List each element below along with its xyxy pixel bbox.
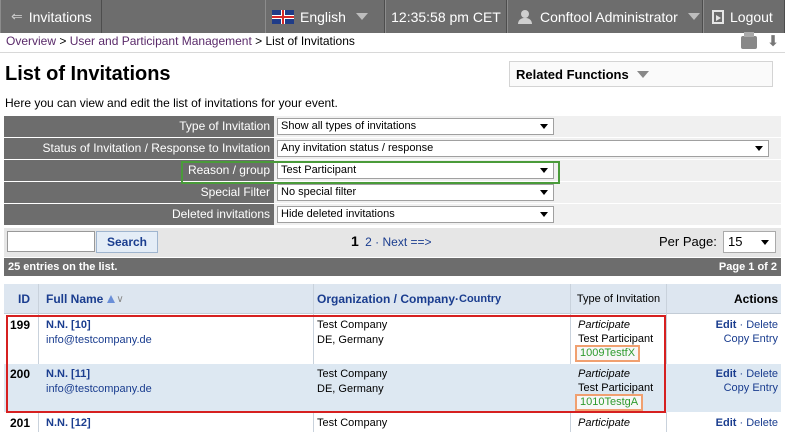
print-icon[interactable] [741,32,757,49]
copy-entry-link[interactable]: Copy Entry [724,332,778,346]
sort-ascending-icon[interactable] [107,295,116,303]
action-separator: · [736,417,747,429]
highlight-box [6,315,666,413]
chevron-down-icon [355,13,368,20]
row-name-link[interactable]: N.N. [12] [46,416,91,430]
row-type-label: Participate [578,417,630,429]
breadcrumb-user-management[interactable]: User and Participant Management [70,34,252,48]
special-filter-select[interactable]: No special filter [277,184,554,201]
page-indicator: Page 1 of 2 [718,261,777,273]
search-bar: Search 1 2 · Next ==> Per Page: 15 [4,228,781,257]
time-label: 12:35:58 pm CET [391,8,501,25]
delete-link[interactable]: Delete [746,319,778,331]
invitations-label: Invitations [28,8,92,25]
breadcrumb-separator: > [251,34,266,48]
column-country[interactable]: Country [459,293,501,305]
filter-row-type: Type of Invitation Show all types of inv… [4,116,781,138]
back-arrow-icon: ⇐ [11,8,23,24]
pager-separator: · [371,235,383,249]
highlight-box [181,161,560,184]
column-id[interactable]: ID [18,284,30,314]
current-page: 1 [351,233,359,249]
language-selector[interactable]: English [265,0,385,33]
action-separator: · [736,368,747,380]
breadcrumb-current: List of Invitations [265,34,355,48]
column-organization[interactable]: Organization / Company · Country [317,284,501,314]
breadcrumb-separator: > [56,34,70,48]
column-full-name-label: Full Name [46,292,104,306]
next-page-link[interactable]: Next ==> [383,235,432,249]
breadcrumb: Overview > User and Participant Manageme… [6,34,355,48]
filter-row-status: Status of Invitation / Response to Invit… [4,138,781,160]
filter-label: Deleted invitations [171,207,270,221]
logout-icon [712,9,724,24]
related-functions-label: Related Functions [516,66,629,82]
user-label: Conftool Administrator [540,8,678,25]
chevron-down-icon [687,13,700,20]
entries-count: 25 entries on the list. [8,261,118,273]
status-select[interactable]: Any invitation status / response [277,140,769,157]
table-row: 201 N.N. [12] Test Company Participate E… [4,413,781,432]
action-separator: · [736,319,747,331]
column-full-name[interactable]: Full Name ∨ [46,284,124,314]
row-actions: Edit · Delete [716,416,778,430]
invitations-menu[interactable]: ⇐ Invitations [0,0,102,33]
user-menu[interactable]: Conftool Administrator [507,0,703,33]
row-id: 201 [10,416,31,430]
search-button[interactable]: Search [96,231,158,253]
edit-link[interactable]: Edit [716,319,737,331]
logout-button[interactable]: Logout [703,0,785,33]
type-of-invitation-select[interactable]: Show all types of invitations [277,118,554,135]
filter-label: Special Filter [200,185,270,199]
row-organization: Test Company [317,417,388,429]
search-input[interactable] [7,231,95,252]
delete-link[interactable]: Delete [746,368,778,380]
page-2-link[interactable]: 2 [365,235,372,249]
per-page-select[interactable]: 15 [723,231,776,253]
pagination: 1 2 · Next ==> [351,233,432,249]
row-type: Participate [578,416,630,430]
intro-text: Here you can view and edit the list of i… [5,96,338,110]
edit-link[interactable]: Edit [716,417,737,429]
download-icon[interactable]: ⬇ [766,34,780,50]
chevron-down-icon [636,70,649,78]
filter-row-deleted: Deleted invitations Hide deleted invitat… [4,204,781,226]
uk-flag-icon [272,9,294,24]
filter-label: Status of Invitation / Response to Invit… [42,141,270,155]
per-page-label: Per Page: [659,234,717,249]
deleted-invitations-select[interactable]: Hide deleted invitations [277,206,554,223]
column-type-of-invitation: Type of Invitation [576,293,661,305]
breadcrumb-overview[interactable]: Overview [6,34,56,48]
table-header: ID Full Name ∨ Organization / Company · … [4,284,781,314]
filter-row-special: Special Filter No special filter [4,182,781,204]
logout-label: Logout [730,8,773,25]
edit-link[interactable]: Edit [716,368,737,380]
row-actions: Edit · Delete [716,367,778,381]
sort-descending-icon[interactable]: ∨ [116,294,123,305]
delete-link[interactable]: Delete [746,417,778,429]
user-icon [518,9,532,24]
column-organization-label: Organization / Company [317,292,456,306]
related-functions-dropdown[interactable]: Related Functions [509,61,773,87]
top-bar: ⇐ Invitations English 12:35:58 pm CET Co… [0,0,785,33]
language-label: English [300,8,346,25]
copy-entry-link[interactable]: Copy Entry [724,381,778,395]
divider [0,52,785,53]
clock: 12:35:58 pm CET [385,0,507,33]
filter-label: Type of Invitation [179,119,270,133]
column-actions: Actions [733,292,778,306]
row-actions: Edit · Delete [716,318,778,332]
page-title: List of Invitations [5,63,171,85]
count-bar: 25 entries on the list. Page 1 of 2 [4,258,781,276]
